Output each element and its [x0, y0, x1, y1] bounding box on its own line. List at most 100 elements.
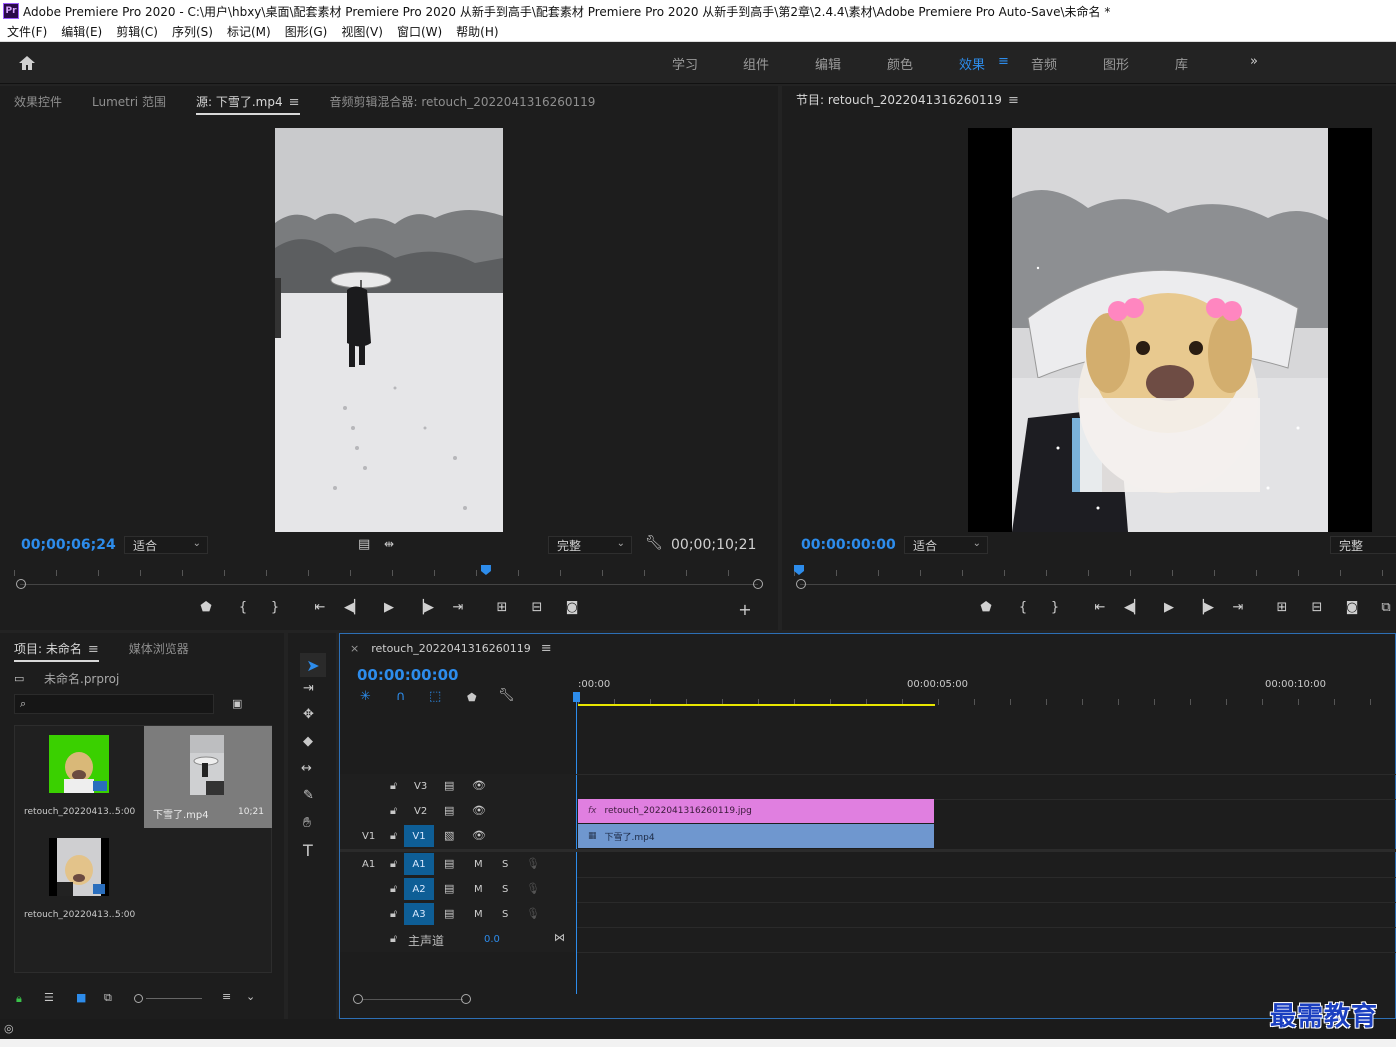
- lock-icon[interactable]: 🔓︎: [390, 882, 397, 896]
- program-quality-dropdown[interactable]: 完整: [1330, 536, 1396, 554]
- solo-button[interactable]: S: [502, 909, 508, 920]
- icon-view-icon[interactable]: ■: [76, 991, 86, 1004]
- mark-in-icon[interactable]: {: [1013, 600, 1033, 615]
- source-zoom-handle-right[interactable]: [753, 579, 763, 589]
- step-back-icon[interactable]: ◀▏: [344, 600, 364, 615]
- tab-lumetri-scopes[interactable]: Lumetri 范围: [92, 93, 166, 110]
- source-timecode[interactable]: 00;00;06;24: [21, 537, 116, 553]
- ripple-edit-tool-icon[interactable]: ✥: [303, 707, 314, 722]
- panel-menu-icon[interactable]: ≡: [541, 641, 552, 656]
- microphone-icon[interactable]: 🎙︎: [526, 882, 540, 895]
- add-marker-icon[interactable]: ⬟: [467, 691, 477, 704]
- project-item[interactable]: retouch_20220413... 5:00: [15, 726, 143, 828]
- track-target-a2[interactable]: A2: [404, 878, 434, 900]
- track-header-a1[interactable]: A1 🔓︎ A1 ▤ M S 🎙︎: [340, 852, 576, 877]
- mark-in-icon[interactable]: {: [233, 600, 253, 615]
- track-header-a2[interactable]: 🔓︎ A2 ▤ M S 🎙︎: [340, 877, 576, 902]
- workspace-more-icon[interactable]: »: [1250, 54, 1258, 69]
- track-target-a3[interactable]: A3: [404, 903, 434, 925]
- eye-icon[interactable]: 👁︎: [472, 804, 486, 817]
- menu-clip[interactable]: 剪辑(C): [116, 23, 158, 40]
- program-zoom-dropdown[interactable]: 适合 ⌄: [904, 536, 988, 554]
- solo-button[interactable]: S: [502, 884, 508, 895]
- play-icon[interactable]: ▶: [379, 600, 399, 615]
- add-marker-icon[interactable]: ⬟: [976, 600, 996, 615]
- insert-icon[interactable]: ⊞: [492, 600, 512, 615]
- timeline-horizontal-scrollbar[interactable]: [363, 999, 463, 1000]
- lock-icon[interactable]: 🔓︎: [390, 779, 397, 793]
- tab-media-browser[interactable]: 媒体浏览器: [129, 640, 189, 657]
- menu-marker[interactable]: 标记(M): [227, 23, 271, 40]
- workspace-libraries[interactable]: 库: [1175, 54, 1188, 73]
- program-scrub-track[interactable]: [800, 584, 1396, 585]
- track-target-a1[interactable]: A1: [404, 853, 434, 875]
- drag-audio-icon[interactable]: ⇹: [384, 537, 394, 551]
- sync-lock-icon[interactable]: ▤: [444, 907, 454, 920]
- home-icon[interactable]: [18, 54, 36, 75]
- tab-project[interactable]: 项目: 未命名 ≡: [14, 640, 99, 662]
- tab-audio-clip-mixer[interactable]: 音频剪辑混合器: retouch_2022041316260119: [330, 93, 596, 110]
- lock-icon[interactable]: 🔒︎: [16, 992, 22, 1006]
- track-header-master[interactable]: 🔓︎ 主声道 0.0 ⋈: [340, 927, 576, 952]
- lock-icon[interactable]: 🔓︎: [390, 804, 397, 818]
- razor-tool-icon[interactable]: ◆: [303, 734, 313, 749]
- track-select-tool-icon[interactable]: ⇥: [303, 681, 314, 696]
- menu-view[interactable]: 视图(V): [341, 23, 383, 40]
- timeline-playhead-line[interactable]: [576, 692, 577, 994]
- program-timecode[interactable]: 00:00:00:00: [801, 537, 896, 553]
- tab-program[interactable]: 节目: retouch_2022041316260119 ≡: [796, 91, 1019, 111]
- list-view-icon[interactable]: ☰: [44, 991, 54, 1004]
- lock-icon[interactable]: 🔓︎: [390, 932, 397, 946]
- new-search-bin-icon[interactable]: ▣: [232, 697, 242, 710]
- workspace-editing[interactable]: 编辑: [815, 54, 841, 73]
- button-editor-plus-icon[interactable]: +: [735, 600, 755, 619]
- compare-view-icon[interactable]: ⧉: [1376, 600, 1396, 615]
- panel-menu-icon[interactable]: ≡: [1008, 93, 1019, 108]
- program-time-ruler[interactable]: [794, 562, 1394, 576]
- microphone-icon[interactable]: 🎙︎: [526, 857, 540, 870]
- go-to-end-icon[interactable]: ⋈: [554, 931, 565, 944]
- camera-icon[interactable]: ◙: [562, 600, 582, 615]
- timeline-zoom-handle-right[interactable]: [461, 994, 471, 1004]
- zoom-slider-handle[interactable]: [134, 994, 143, 1003]
- close-icon[interactable]: ×: [350, 642, 359, 655]
- work-area-bar[interactable]: [578, 704, 935, 706]
- panel-menu-icon[interactable]: ≡: [88, 642, 99, 657]
- track-header-v2[interactable]: 🔓︎ V2 ▤ 👁︎: [340, 799, 576, 824]
- timeline-timecode[interactable]: 00:00:00:00: [357, 666, 459, 684]
- workspace-graphics[interactable]: 图形: [1103, 54, 1129, 73]
- eye-icon[interactable]: 👁︎: [472, 829, 486, 842]
- zoom-slider-track[interactable]: [146, 998, 202, 999]
- go-to-out-icon[interactable]: ⇥: [1228, 600, 1248, 615]
- pen-tool-icon[interactable]: ✎: [303, 788, 314, 803]
- snap-icon[interactable]: ∩: [396, 689, 406, 704]
- workspace-menu-icon[interactable]: ≡: [998, 54, 1009, 69]
- project-search-input[interactable]: ⌕: [14, 694, 214, 714]
- menu-window[interactable]: 窗口(W): [397, 23, 442, 40]
- sync-lock-icon[interactable]: ▤: [444, 779, 454, 792]
- tab-effect-controls[interactable]: 效果控件: [14, 93, 62, 110]
- sync-lock-icon[interactable]: ▤: [444, 857, 454, 870]
- track-header-v1[interactable]: V1 🔓︎ V1 ▧ 👁︎: [340, 824, 576, 849]
- source-scrub-track[interactable]: [20, 584, 758, 585]
- step-forward-icon[interactable]: ▕▶: [414, 600, 434, 615]
- source-quality-dropdown[interactable]: 完整 ⌄: [548, 536, 632, 554]
- workspace-assembly[interactable]: 组件: [743, 54, 769, 73]
- timeline-settings-wrench-icon[interactable]: 🔧︎: [498, 688, 515, 703]
- mute-button[interactable]: M: [474, 859, 483, 870]
- add-marker-icon[interactable]: ⬟: [196, 600, 216, 615]
- mark-out-icon[interactable]: }: [1045, 600, 1065, 615]
- lift-icon[interactable]: ⊞: [1272, 600, 1292, 615]
- step-forward-icon[interactable]: ▕▶: [1194, 600, 1214, 615]
- workspace-audio[interactable]: 音频: [1031, 54, 1057, 73]
- freeform-view-icon[interactable]: ⧉: [104, 991, 112, 1005]
- mute-button[interactable]: M: [474, 909, 483, 920]
- type-tool-icon[interactable]: T: [303, 841, 313, 860]
- timeline-clip-v2[interactable]: fx retouch_2022041316260119.jpg: [578, 799, 934, 823]
- project-item-selected[interactable]: 下雪了.mp4 10;21: [144, 726, 272, 828]
- play-icon[interactable]: ▶: [1159, 600, 1179, 615]
- wrench-icon[interactable]: 🔧︎: [645, 535, 663, 551]
- mark-out-icon[interactable]: }: [265, 600, 285, 615]
- eye-icon[interactable]: 👁︎: [472, 779, 486, 792]
- sequence-name[interactable]: retouch_2022041316260119: [371, 642, 531, 655]
